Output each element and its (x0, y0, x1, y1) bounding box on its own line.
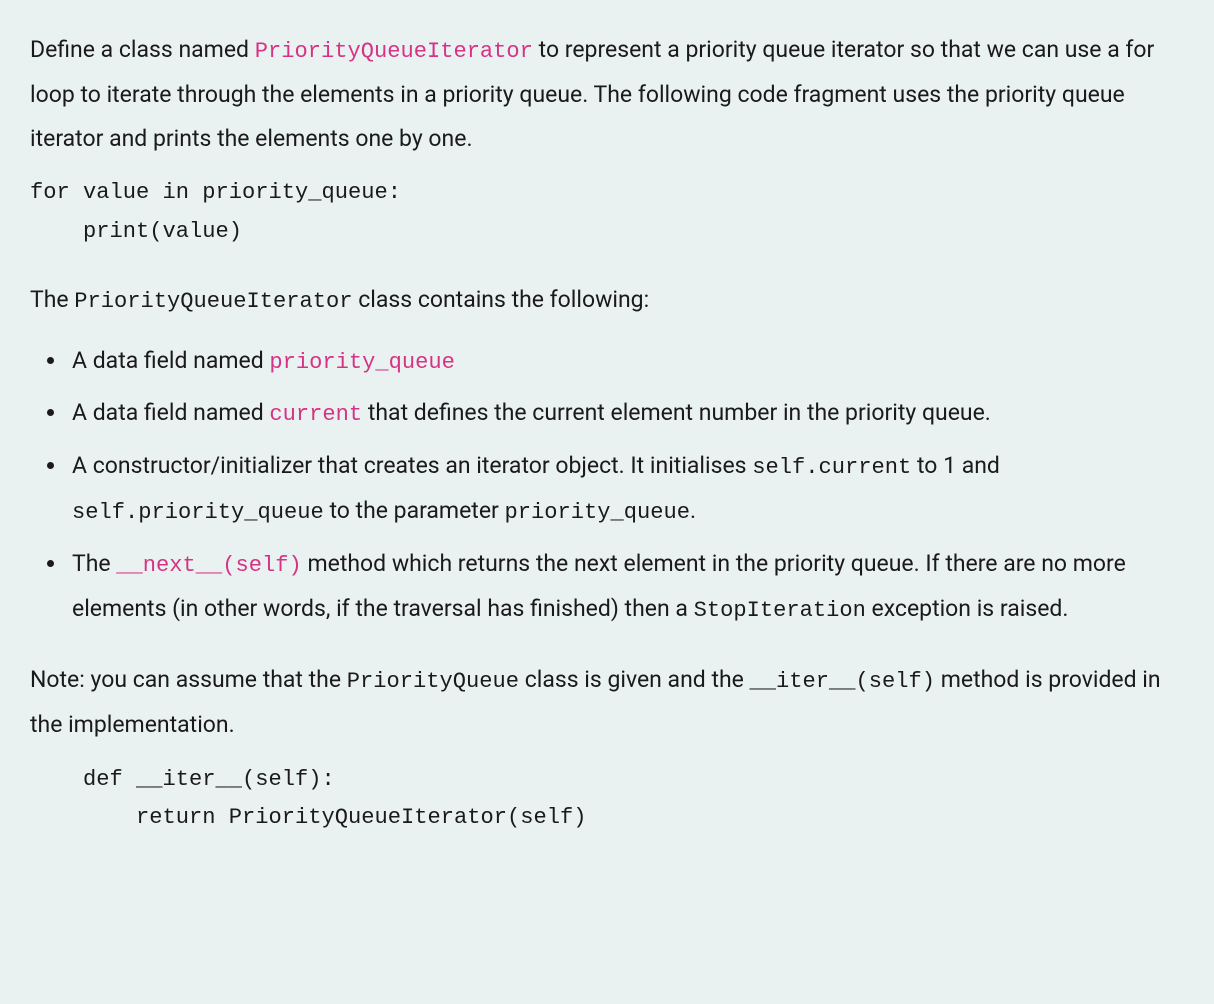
class-contents-intro: The PriorityQueueIterator class contains… (30, 278, 1184, 323)
class-name-highlight: PriorityQueueIterator (255, 39, 533, 64)
code-inline: self.priority_queue (72, 500, 324, 525)
text: class is given and the (519, 666, 750, 693)
list-item: A data field named priority_queue (68, 339, 1184, 384)
text: Note: you can assume that the (30, 666, 347, 693)
intro-paragraph: Define a class named PriorityQueueIterat… (30, 28, 1184, 160)
field-name-highlight: current (269, 402, 362, 427)
field-name-highlight: priority_queue (269, 350, 455, 375)
list-item: The __next__(self) method which returns … (68, 542, 1184, 632)
code-example-1: for value in priority_queue: print(value… (30, 174, 1184, 251)
text: The (30, 286, 74, 313)
requirements-list: A data field named priority_queue A data… (30, 339, 1184, 633)
text: exception is raised. (866, 595, 1069, 622)
code-inline: StopIteration (694, 598, 866, 623)
text: class contains the following: (353, 286, 650, 313)
code-inline: __iter__(self) (750, 669, 936, 694)
note-paragraph: Note: you can assume that the PriorityQu… (30, 658, 1184, 747)
class-name-inline: PriorityQueueIterator (74, 289, 352, 314)
text: The (72, 550, 116, 577)
text: to the parameter (324, 497, 505, 524)
text: A data field named (72, 399, 269, 426)
text: A data field named (72, 347, 269, 374)
text: A constructor/initializer that creates a… (72, 452, 752, 479)
list-item: A data field named current that defines … (68, 391, 1184, 436)
list-item: A constructor/initializer that creates a… (68, 444, 1184, 534)
text: that defines the current element number … (362, 399, 991, 426)
code-inline: priority_queue (505, 500, 691, 525)
text: . (690, 497, 696, 524)
code-inline: PriorityQueue (347, 669, 519, 694)
text: Define a class named (30, 36, 255, 63)
method-name-highlight: __next__(self) (116, 553, 302, 578)
code-example-2: def __iter__(self): return PriorityQueue… (30, 761, 1184, 838)
code-inline: self.current (752, 455, 911, 480)
text: to 1 and (911, 452, 1000, 479)
